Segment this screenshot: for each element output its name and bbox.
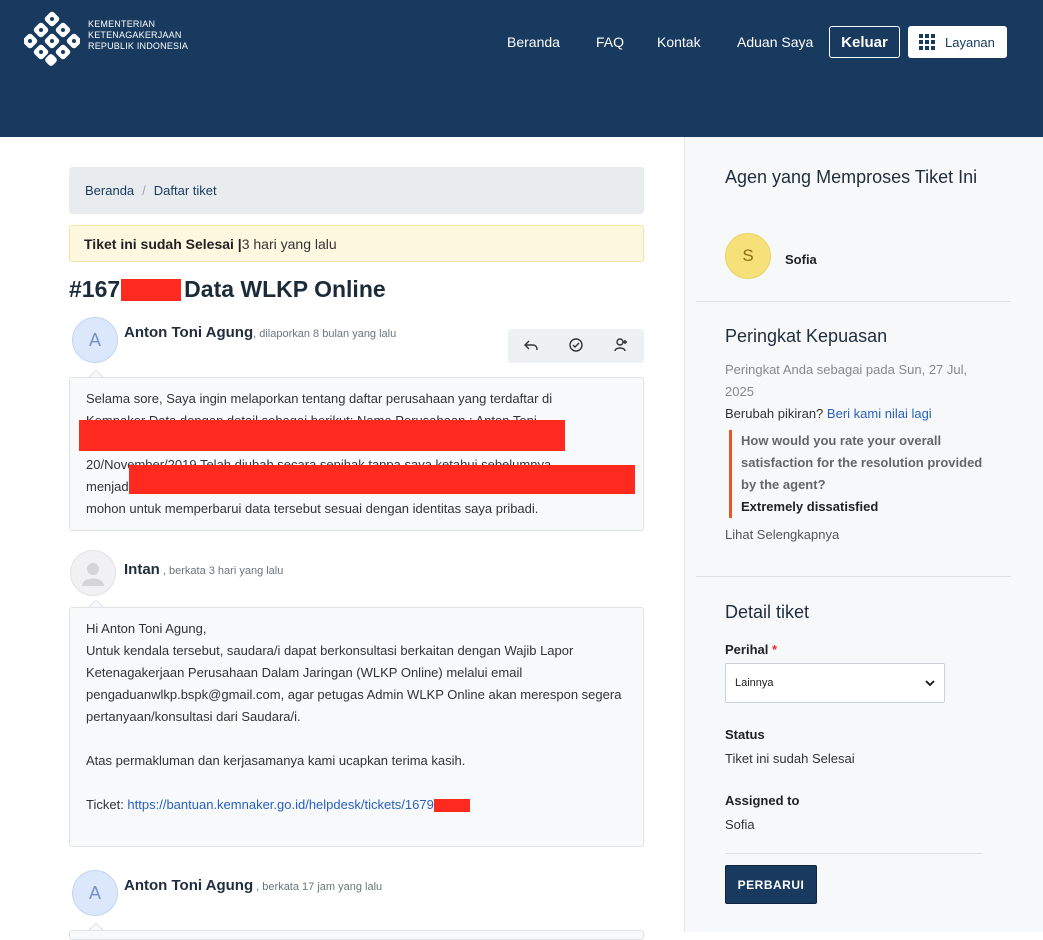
avatar-letter: A <box>88 329 101 350</box>
avatar-letter: A <box>88 882 101 903</box>
page-title: #167 Data WLKP Online <box>69 276 386 303</box>
author-name: Anton Toni Agung <box>124 877 254 894</box>
org-line-1: KEMENTERIAN <box>88 19 156 29</box>
services-label: Layanan <box>945 34 995 50</box>
breadcrumb: Beranda / Daftar tiket <box>69 167 644 214</box>
required-asterisk: * <box>771 642 778 657</box>
perihal-select[interactable]: Lainnya <box>725 663 945 703</box>
org-line-2: KETENAGAKERJAAN <box>88 30 182 40</box>
message-line: Atas permakluman dan kerjasamanya kami u… <box>86 753 466 768</box>
org-line-3: REPUBLIK INDONESIA <box>88 41 189 51</box>
grid-icon <box>919 34 935 50</box>
redaction-block <box>121 278 182 301</box>
rating-quote: How would you rate your overall satisfac… <box>729 430 989 518</box>
author-name: Anton Toni Agung <box>124 324 254 341</box>
message-author: Anton Toni Agung, dilaporkan 8 bulan yan… <box>124 324 396 341</box>
message-line: Untuk kendala tersebut, saudara/i dapat … <box>86 643 574 658</box>
nav-beranda[interactable]: Beranda <box>507 34 560 50</box>
ticket-link-line: Ticket: https://bantuan.kemnaker.go.id/h… <box>86 794 627 816</box>
message-line: pertanyaan/konsultasi dari Saudara/i. <box>86 709 301 724</box>
ticket-link-label: Ticket: <box>86 797 128 812</box>
change-mind-line: Berubah pikiran? Beri kami nilai lagi <box>725 403 932 425</box>
rating-text: Peringkat Anda sebagai pada Sun, 27 Jul,… <box>725 362 968 399</box>
message-actions <box>508 329 644 363</box>
rating-heading: Peringkat Kepuasan <box>725 326 888 346</box>
message-author: Anton Toni Agung , berkata 17 jam yang l… <box>124 877 382 894</box>
message-meta: , berkata 3 hari yang lalu <box>159 565 284 577</box>
detail-heading: Detail tiket <box>725 602 810 622</box>
breadcrumb-beranda[interactable]: Beranda <box>85 183 134 198</box>
message-meta: , berkata 17 jam yang lalu <box>253 881 383 893</box>
assign-user-icon[interactable] <box>613 337 629 356</box>
ticket-link[interactable]: https://bantuan.kemnaker.go.id/helpdesk/… <box>127 797 433 812</box>
status-label: Status <box>725 727 765 742</box>
nav-faq[interactable]: FAQ <box>596 34 624 50</box>
avatar: A <box>72 870 118 916</box>
perihal-label-text: Perihal <box>725 642 769 657</box>
status-banner: Tiket ini sudah Selesai | 3 hari yang la… <box>69 225 644 262</box>
assigned-value: Sofia <box>725 817 755 832</box>
assigned-label: Assigned to <box>725 793 800 808</box>
top-header: KEMENTERIAN KETENAGAKERJAAN REPUBLIK IND… <box>0 0 1043 137</box>
ticket-title-text: Data WLKP Online <box>184 276 386 302</box>
agent-initial: S <box>742 246 754 265</box>
perihal-label: Perihal * <box>725 642 777 657</box>
logout-button[interactable]: Keluar <box>829 26 900 58</box>
status-value: Tiket ini sudah Selesai <box>725 751 855 766</box>
message-line: Hi Anton Toni Agung, <box>86 621 207 636</box>
agent-avatar <box>70 550 116 596</box>
message-body: Selama sore, Saya ingin melaporkan tenta… <box>69 377 644 531</box>
author-name: Intan <box>124 561 160 578</box>
breadcrumb-separator: / <box>142 183 146 198</box>
redaction-block <box>129 465 635 494</box>
resolve-check-icon[interactable] <box>568 337 584 356</box>
change-mind-text: Berubah pikiran? <box>725 406 824 421</box>
message-author: Intan , berkata 3 hari yang lalu <box>124 561 283 578</box>
see-more-link[interactable]: Lihat Selengkapnya <box>725 524 839 546</box>
message-line: pengaduanwlkp.bspk@gmail.com, agar petug… <box>86 687 622 702</box>
breadcrumb-daftar-tiket[interactable]: Daftar tiket <box>154 183 217 198</box>
ticket-id: #167 <box>69 276 121 302</box>
status-banner-text: Tiket ini sudah Selesai | <box>84 235 242 252</box>
kemnaker-logo-icon[interactable] <box>24 11 80 67</box>
agent-name: Sofia <box>785 252 817 267</box>
status-banner-time: 3 hari yang lalu <box>241 235 337 252</box>
update-button[interactable]: PERBARUI <box>725 865 817 904</box>
user-placeholder-icon <box>82 563 104 586</box>
agent-heading: Agen yang Memproses Tiket Ini <box>725 167 978 187</box>
avatar: A <box>72 317 118 363</box>
rating-answer: Extremely dissatisfied <box>741 499 879 514</box>
message-body: Hi Anton Toni Agung, Untuk kendala terse… <box>69 607 644 847</box>
divider <box>696 576 1011 577</box>
divider <box>725 853 982 854</box>
message-line: Ketenagakerjaan Perusahaan Dalam Jaringa… <box>86 665 523 680</box>
services-button[interactable]: Layanan <box>908 26 1007 58</box>
message-line <box>86 772 627 794</box>
reply-icon[interactable] <box>523 337 539 356</box>
agent-avatar: S <box>725 233 771 279</box>
message-line: Selama sore, Saya ingin melaporkan tenta… <box>86 391 553 406</box>
rating-question: How would you rate your overall satisfac… <box>741 433 983 492</box>
org-name: KEMENTERIAN KETENAGAKERJAAN REPUBLIK IND… <box>88 19 188 52</box>
message-line <box>86 728 627 750</box>
nav-kontak[interactable]: Kontak <box>657 34 701 50</box>
rate-again-link[interactable]: Beri kami nilai lagi <box>827 406 932 421</box>
message-line: mohon untuk memperbarui data tersebut se… <box>86 501 539 516</box>
message-meta: , dilaporkan 8 bulan yang lalu <box>253 328 397 340</box>
redaction-block <box>433 799 470 813</box>
divider <box>696 301 1011 302</box>
perihal-select-value: Lainnya <box>735 677 774 689</box>
chevron-down-icon <box>925 680 935 687</box>
redaction-block <box>79 420 565 451</box>
nav-aduan-saya[interactable]: Aduan Saya <box>737 34 813 50</box>
